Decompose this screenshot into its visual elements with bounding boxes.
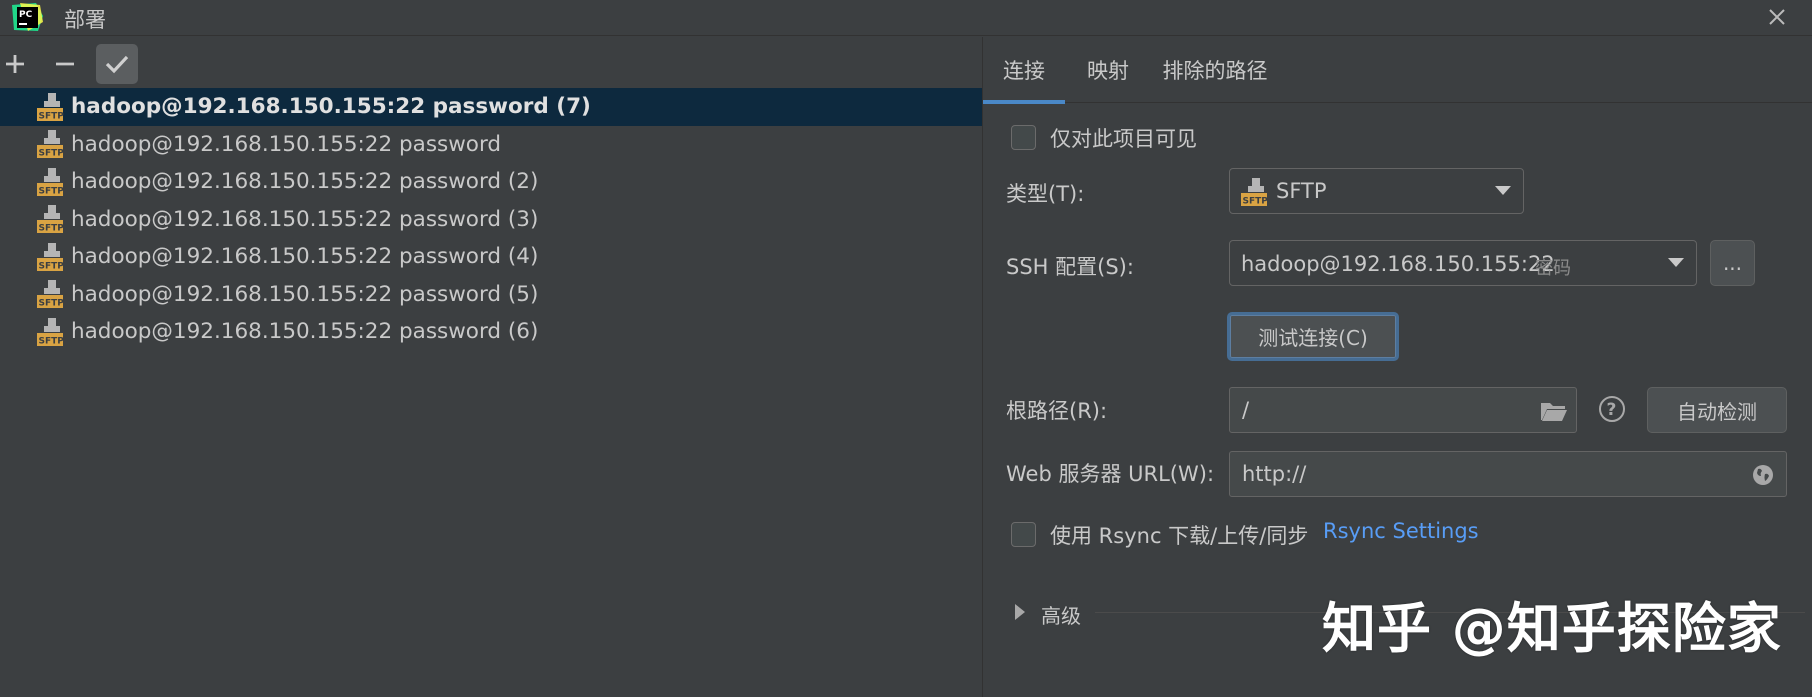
add-button[interactable]: [0, 44, 36, 84]
server-label: hadoop@192.168.150.155:22 password (2): [71, 169, 539, 195]
root-path-value: /: [1242, 398, 1250, 422]
rsync-label: 使用 Rsync 下载/上传/同步: [1050, 524, 1309, 548]
sftp-icon: SFTP: [37, 92, 65, 121]
sftp-icon: SFTP: [1241, 178, 1269, 207]
set-default-button[interactable]: [96, 44, 138, 84]
sftp-icon: SFTP: [37, 167, 65, 196]
web-url-input[interactable]: http://: [1229, 451, 1787, 497]
visible-only-label: 仅对此项目可见: [1050, 127, 1197, 151]
sftp-icon: SFTP: [37, 317, 65, 346]
autodetect-button[interactable]: 自动检测: [1647, 387, 1787, 433]
type-value: SFTP: [1276, 179, 1327, 203]
test-connection-button[interactable]: 测试连接(C): [1227, 312, 1399, 361]
add-icon: [6, 55, 24, 73]
server-item[interactable]: SFTP hadoop@192.168.150.155:22 password …: [0, 238, 982, 276]
pycharm-logo-icon: PC: [12, 3, 43, 31]
chevron-down-icon: [1495, 186, 1511, 195]
server-item[interactable]: SFTP hadoop@192.168.150.155:22 password …: [0, 88, 982, 126]
svg-text:SFTP: SFTP: [39, 336, 65, 346]
server-item[interactable]: SFTP hadoop@192.168.150.155:22 password …: [0, 313, 982, 351]
web-url-value: http://: [1242, 462, 1307, 486]
remove-button[interactable]: [44, 44, 86, 84]
ssh-config-hint: 密码: [1535, 258, 1571, 279]
rsync-checkbox[interactable]: [1011, 522, 1036, 547]
web-url-label: Web 服务器 URL(W):: [1006, 462, 1215, 486]
server-item[interactable]: SFTP hadoop@192.168.150.155:22 password …: [0, 276, 982, 314]
sftp-icon: SFTP: [37, 205, 65, 234]
ssh-config-more-button[interactable]: ...: [1710, 240, 1755, 286]
logo-text: PC: [19, 10, 33, 20]
sftp-icon: SFTP: [37, 242, 65, 271]
svg-text:SFTP: SFTP: [39, 111, 65, 121]
server-label: hadoop@192.168.150.155:22 password (7): [71, 94, 591, 120]
svg-text:SFTP: SFTP: [39, 261, 65, 271]
type-select[interactable]: SFTP SFTP: [1229, 168, 1524, 214]
server-toolbar: [0, 37, 982, 87]
server-label: hadoop@192.168.150.155:22 password (4): [71, 244, 539, 270]
server-label: hadoop@192.168.150.155:22 password (3): [71, 206, 539, 232]
close-icon[interactable]: [1764, 4, 1790, 30]
server-list: SFTP hadoop@192.168.150.155:22 password …: [0, 88, 982, 697]
help-icon[interactable]: ?: [1597, 394, 1627, 424]
folder-icon[interactable]: [1540, 400, 1568, 422]
server-item[interactable]: SFTP hadoop@192.168.150.155:22 password …: [0, 201, 982, 239]
tab-connection[interactable]: 连接: [983, 37, 1065, 104]
type-label: 类型(T):: [1006, 182, 1085, 206]
rsync-settings-link[interactable]: Rsync Settings: [1323, 519, 1479, 543]
server-list-pane: SFTP hadoop@192.168.150.155:22 password …: [0, 37, 982, 697]
svg-text:SFTP: SFTP: [39, 224, 65, 234]
root-path-input[interactable]: /: [1229, 387, 1577, 433]
sftp-icon: SFTP: [37, 130, 65, 159]
svg-text:SFTP: SFTP: [39, 149, 65, 159]
visible-only-checkbox[interactable]: [1011, 125, 1036, 150]
svg-text:SFTP: SFTP: [1243, 197, 1269, 207]
root-path-label: 根路径(R):: [1006, 399, 1108, 423]
svg-text:SFTP: SFTP: [39, 186, 65, 196]
server-label: hadoop@192.168.150.155:22 password (5): [71, 281, 539, 307]
title-bar: PC 部署: [0, 0, 1812, 36]
ssh-config-value: hadoop@192.168.150.155:22: [1241, 252, 1555, 276]
server-label: hadoop@192.168.150.155:22 password: [71, 131, 502, 157]
ssh-config-select[interactable]: hadoop@192.168.150.155:22 密码: [1229, 240, 1697, 286]
check-icon: [105, 55, 129, 74]
advanced-label[interactable]: 高级: [1041, 600, 1081, 629]
server-label: hadoop@192.168.150.155:22 password (6): [71, 319, 539, 345]
expand-arrow-icon[interactable]: [1015, 604, 1027, 620]
svg-text:SFTP: SFTP: [39, 299, 65, 309]
tab-excluded-paths[interactable]: 排除的路径: [1153, 37, 1277, 103]
chevron-down-icon: [1668, 258, 1684, 267]
svg-text:?: ?: [1607, 400, 1617, 420]
window-title: 部署: [64, 8, 106, 32]
sftp-icon: SFTP: [37, 280, 65, 309]
tab-bar: 连接 映射 排除的路径: [983, 37, 1812, 104]
remove-icon: [56, 62, 74, 66]
tab-mappings[interactable]: 映射: [1073, 37, 1143, 103]
ssh-config-label: SSH 配置(S):: [1006, 255, 1134, 279]
globe-icon[interactable]: [1752, 464, 1774, 486]
server-item[interactable]: SFTP hadoop@192.168.150.155:22 password …: [0, 163, 982, 201]
watermark-text: 知乎 @知乎探险家: [1322, 597, 1782, 660]
server-item[interactable]: SFTP hadoop@192.168.150.155:22 password: [0, 126, 982, 164]
